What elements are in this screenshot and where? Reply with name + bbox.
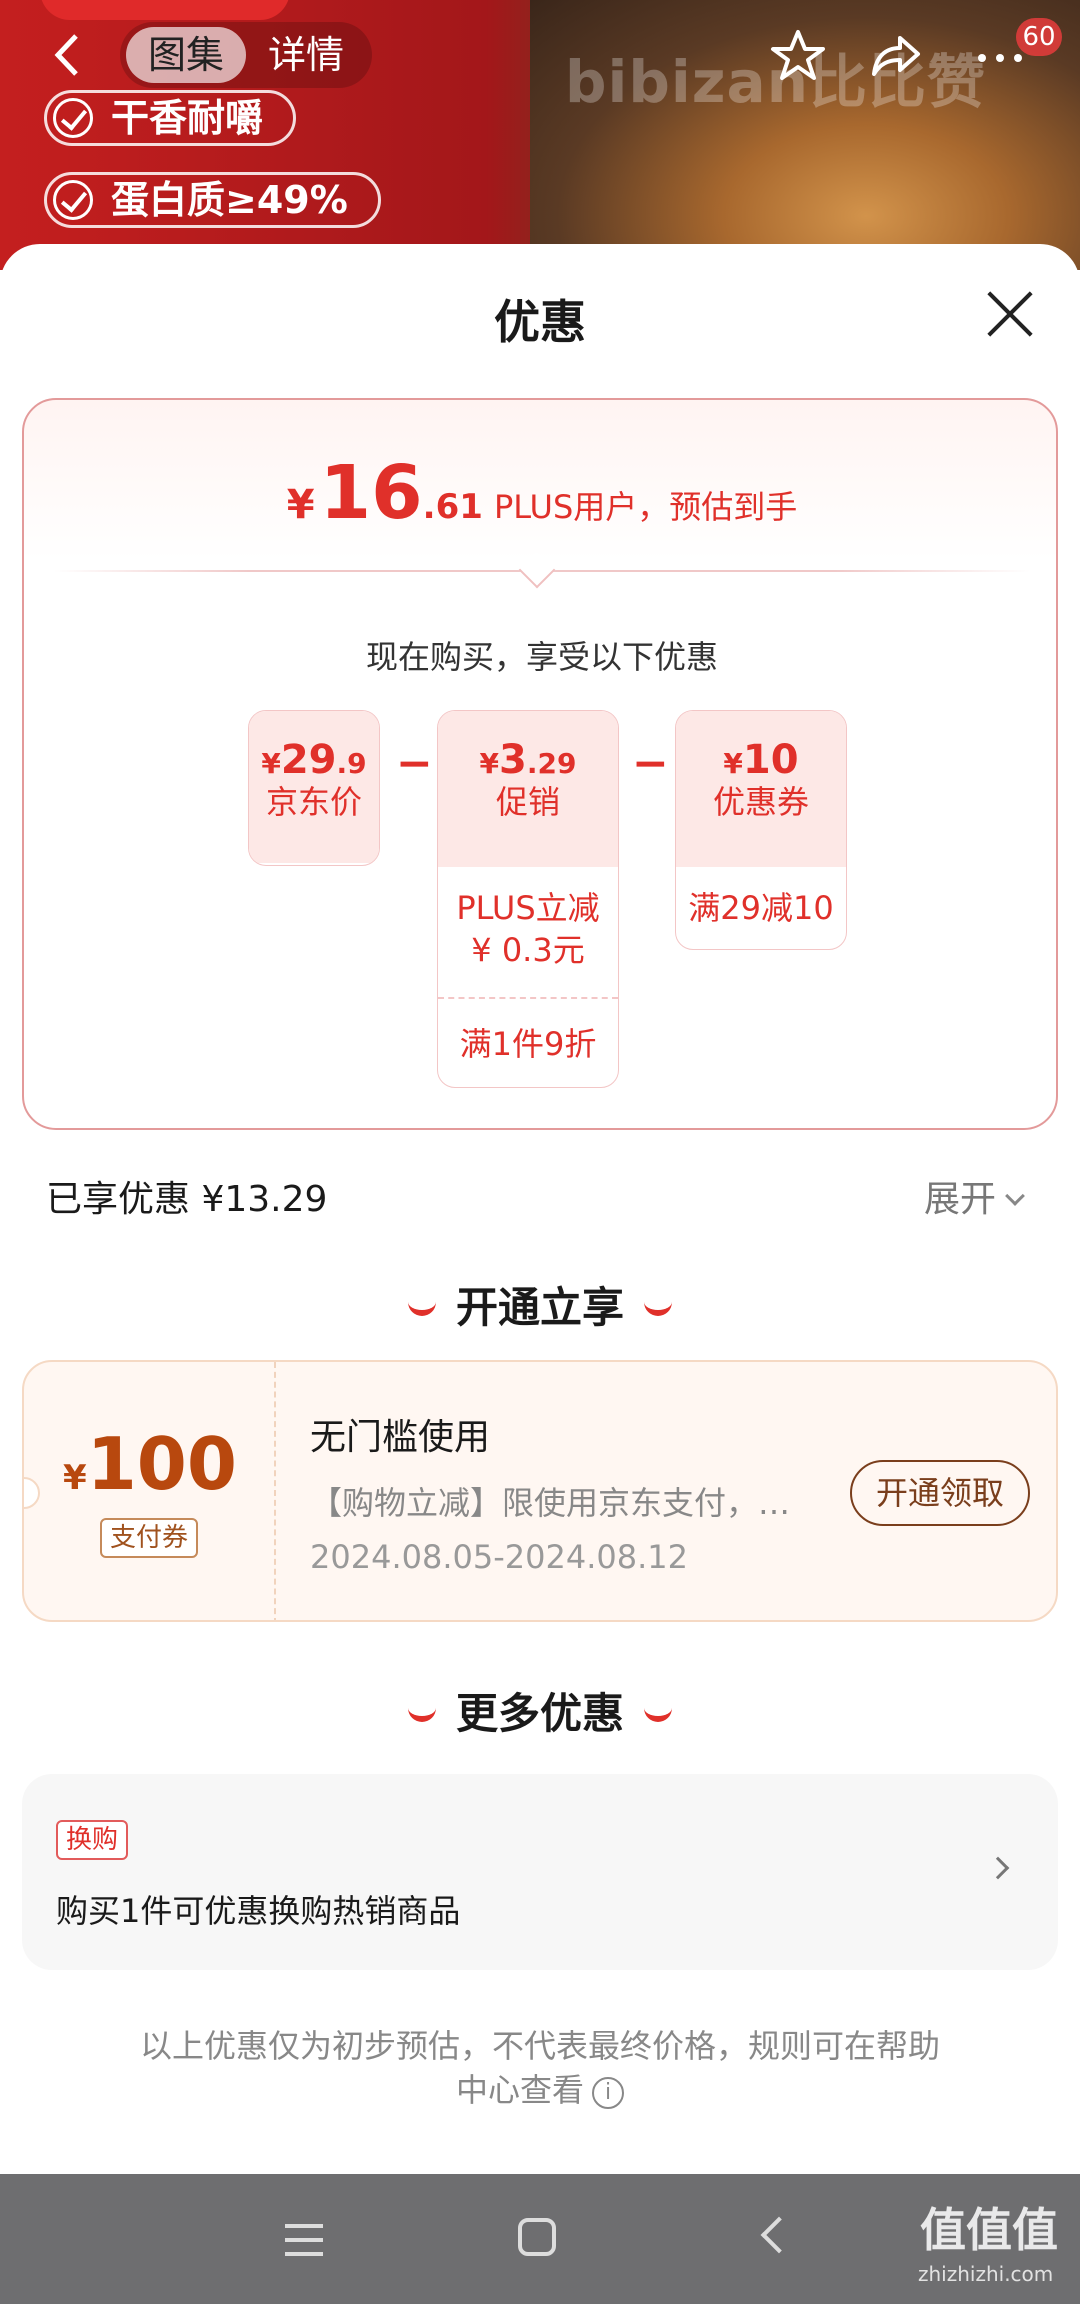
promo-box: ¥3.29 促销 PLUS立减 ¥ 0.3元 满1件9折 [437,710,619,1088]
star-icon [771,30,825,80]
smile-icon [644,1302,672,1316]
coupon-amount: ¥100 [63,1422,237,1506]
trade-in-offer[interactable]: 换购 购买1件可优惠换购热销商品 [22,1774,1058,1970]
chevron-right-icon [986,1856,1010,1880]
section-title-more: 更多优惠 [0,1680,1080,1741]
site-watermark-url: zhizhizhi.com [918,2262,1054,2286]
coupon-item: 满29减10 [688,889,834,927]
chevron-left-icon [54,34,78,76]
tab-details[interactable]: 详情 [246,27,366,83]
cart-count-badge: 60 [1016,18,1062,56]
trade-in-tag: 换购 [56,1820,129,1860]
recent-apps-button[interactable] [285,2224,323,2266]
expand-button[interactable]: 展开 [924,1170,1025,1222]
coupon-title: 无门槛使用 [310,1417,491,1458]
header-tabs: 图集 详情 [120,22,373,88]
coupon-box: ¥10 优惠券 满29减10 [675,710,847,950]
jd-price-box: ¥29.9 京东价 [248,710,380,866]
smile-icon [407,1708,436,1722]
check-circle-icon [53,98,93,138]
coupon-validity: 2024.08.05-2024.08.12 [310,1538,688,1576]
promo-item: 满1件9折 [438,997,618,1087]
divider [54,551,1030,600]
estimated-price: ¥ 16.61 PLUS用户，预估到手 [286,450,798,536]
activate-claim-button[interactable]: 开通领取 [850,1460,1030,1526]
minus-sign: − [396,738,433,789]
smile-icon [644,1708,672,1722]
promo-badge [40,0,290,20]
system-back-button[interactable] [760,2216,798,2254]
system-nav-bar: 值值值 zhizhizhi.com [0,2174,1080,2304]
share-icon [872,36,920,76]
site-watermark: 值值值 [920,2203,1058,2257]
coupon-description: 【购物立减】限使用京东支付，… [310,1484,791,1522]
home-button[interactable] [518,2218,556,2256]
promo-item: PLUS立减 ¥ 0.3元 [456,889,600,969]
sheet-title: 优惠 [494,295,586,349]
minus-sign: − [632,738,669,789]
coupon-type-tag: 支付券 [100,1518,199,1558]
smile-icon [407,1302,436,1316]
check-circle-icon [53,180,93,220]
info-icon[interactable]: i [592,2077,624,2109]
share-button[interactable] [868,28,924,84]
close-icon[interactable] [985,288,1035,338]
caret-down-icon [518,551,556,589]
chevron-down-icon [1005,1186,1025,1206]
feature-chip: 干香耐嚼 [44,90,297,146]
payment-coupon-card: ¥100 支付券 无门槛使用 【购物立减】限使用京东支付，… 2024.08.0… [22,1360,1058,1622]
trade-in-description: 购买1件可优惠换购热销商品 [56,1892,461,1930]
tab-gallery[interactable]: 图集 [126,27,247,83]
discount-sheet: 优惠 ¥ 16.61 PLUS用户，预估到手 现在购买，享受以下优惠 ¥29.9… [0,244,1080,2174]
feature-chip: 蛋白质≥49% [44,172,381,228]
disclaimer: 以上优惠仅为初步预估，不代表最终价格，规则可在帮助中心查看 i [139,2027,940,2109]
section-title-open: 开通立享 [0,1274,1080,1335]
buy-now-text: 现在购买，享受以下优惠 [365,638,718,676]
favorite-button[interactable] [770,28,826,84]
back-button[interactable] [48,30,88,80]
enjoyed-discount: 已享优惠 ¥13.29 [46,1179,328,1220]
product-header: bibizan比比赞 图集 详情 60 干香耐嚼 蛋白质≥49% [0,0,1080,270]
